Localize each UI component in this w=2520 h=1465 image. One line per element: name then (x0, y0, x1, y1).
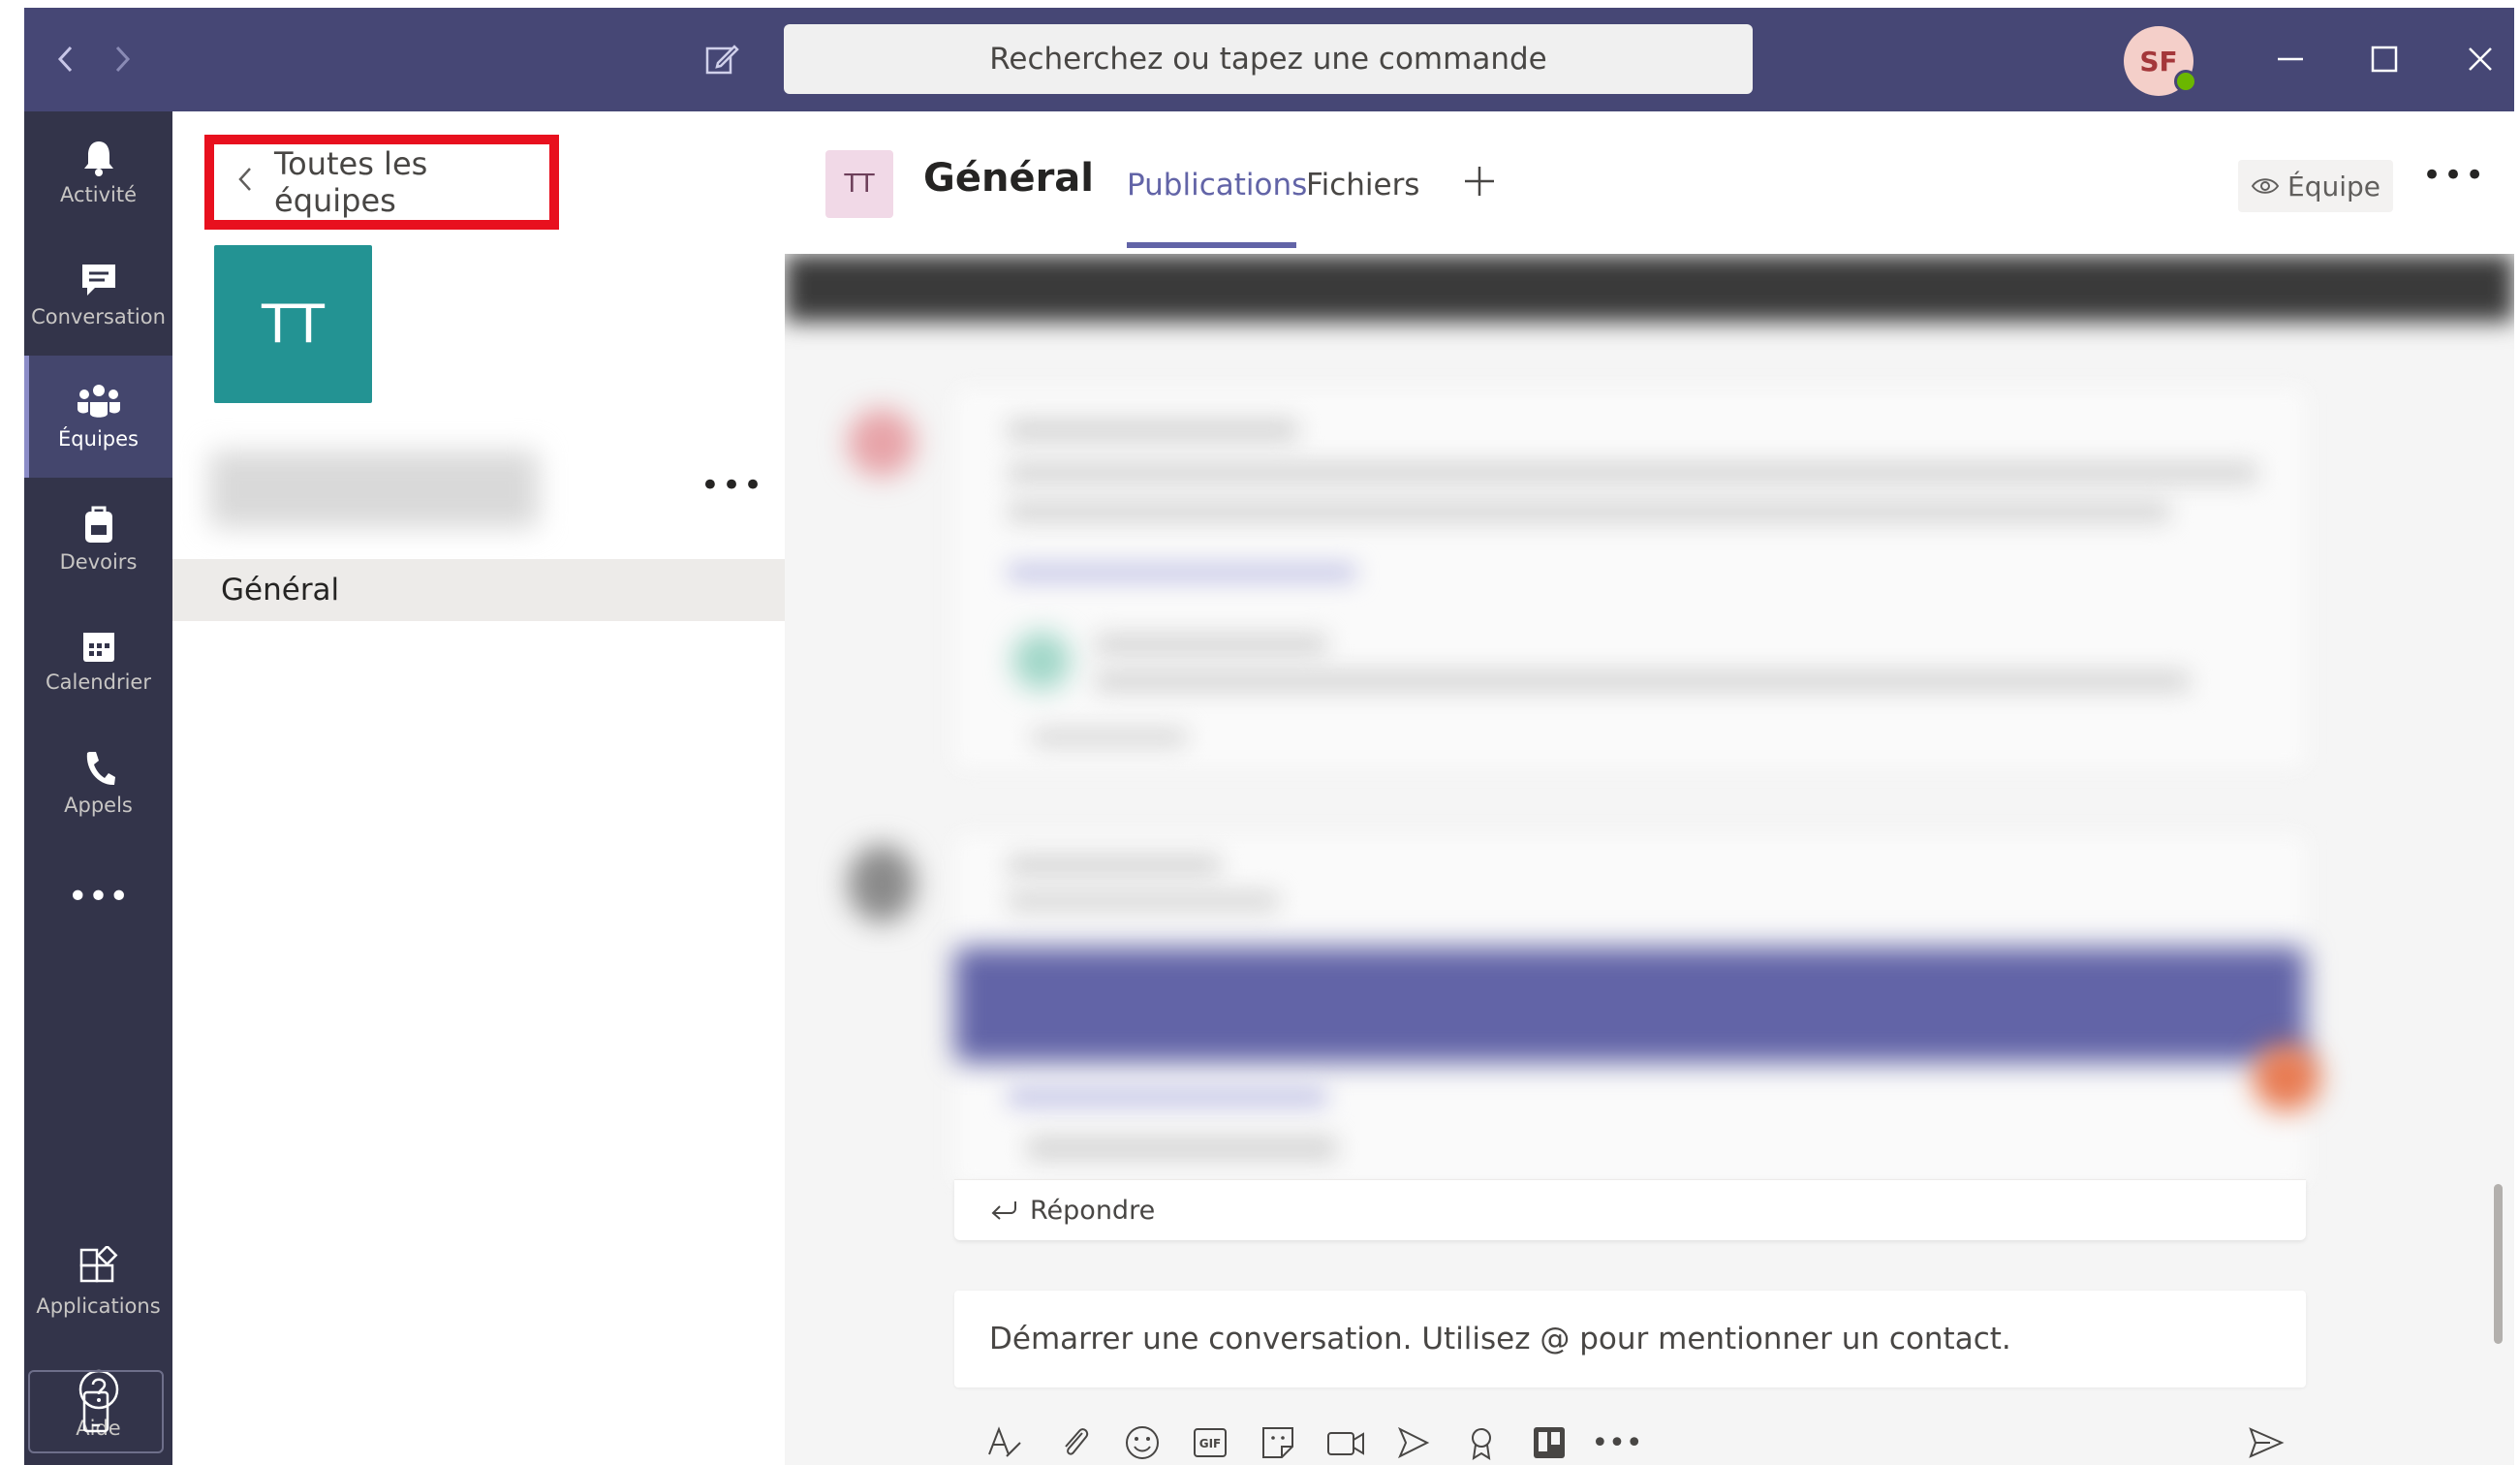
team-name-redacted (209, 451, 539, 528)
rail-label-assignments: Devoirs (59, 550, 138, 574)
rail-item-calls[interactable]: Appels (24, 722, 172, 844)
maximize-icon[interactable] (2362, 37, 2407, 81)
chevron-left-icon (237, 164, 253, 201)
rail-label-apps: Applications (36, 1294, 161, 1318)
forward-arrow-icon[interactable] (100, 37, 144, 81)
app-rail: Activité Conversation Équipes Devoirs Ca… (24, 111, 172, 1465)
backpack-icon (84, 506, 112, 543)
all-teams-label: Toutes les équipes (274, 145, 428, 219)
compose-toolbar: GIF ••• (954, 1412, 2306, 1465)
rail-label-calls: Appels (64, 794, 133, 817)
channel-title: Général (923, 156, 1094, 201)
channel-label: Général (221, 573, 340, 608)
eye-icon (2251, 178, 2280, 194)
mobile-device-icon (82, 1390, 109, 1433)
blurred-text (1095, 634, 1327, 655)
gif-icon[interactable]: GIF (1187, 1419, 1233, 1465)
praise-icon[interactable] (1458, 1419, 1505, 1465)
minimize-icon[interactable] (2268, 37, 2313, 81)
rail-item-calendar[interactable]: Calendrier (24, 600, 172, 722)
team-button-label: Équipe (2287, 170, 2380, 203)
presence-available-icon (2174, 70, 2197, 93)
search-input[interactable]: Recherchez ou tapez une commande (784, 24, 1753, 94)
rail-item-apps[interactable]: Applications (24, 1221, 172, 1343)
title-bar: Recherchez ou tapez une commande SF (24, 8, 2514, 111)
stream-icon[interactable] (1390, 1419, 1437, 1465)
channel-header: TT Général Publications Fichiers Équipe … (785, 111, 2514, 255)
compose-message-input[interactable]: Démarrer une conversation. Utilisez @ po… (954, 1291, 2306, 1387)
reply-label: Répondre (1030, 1195, 1156, 1226)
sticker-icon[interactable] (1255, 1419, 1301, 1465)
reply-button[interactable]: Répondre (954, 1179, 2306, 1240)
blurred-reaction (2253, 1044, 2320, 1111)
teams-panel: Toutes les équipes TT ••• Général (172, 111, 786, 1465)
blurred-link (1008, 1087, 1327, 1107)
blurred-text (1008, 462, 2257, 483)
blurred-link (1008, 564, 1356, 581)
blurred-text (1008, 419, 1298, 442)
blurred-text (1008, 501, 2170, 522)
channel-item-general[interactable]: Général (172, 559, 785, 621)
phone-icon (86, 752, 115, 786)
blurred-text (1095, 670, 2190, 692)
active-tab-indicator (1127, 242, 1296, 248)
rail-item-teams[interactable]: Équipes (24, 356, 172, 478)
emoji-icon[interactable] (1119, 1419, 1166, 1465)
apps-icon (79, 1246, 117, 1283)
blurred-avatar (848, 409, 916, 477)
scrollbar-thumb[interactable] (2494, 1184, 2503, 1344)
blurred-banner (785, 254, 2514, 322)
team-button[interactable]: Équipe (2238, 160, 2393, 212)
header-more-icon[interactable]: ••• (2422, 156, 2486, 195)
rail-label-activity: Activité (59, 183, 138, 206)
rail-item-conversation[interactable]: Conversation (24, 234, 172, 356)
bell-icon (83, 141, 113, 176)
more-icon: ••• (67, 876, 130, 917)
rail-item-assignments[interactable]: Devoirs (24, 478, 172, 600)
blurred-text (1027, 1136, 1337, 1161)
more-options-icon[interactable]: ••• (1591, 1419, 1642, 1465)
blurred-text (1008, 891, 1279, 911)
meet-now-icon[interactable] (1322, 1419, 1369, 1465)
blurred-avatar (1012, 632, 1071, 690)
rail-label-conversation: Conversation (31, 305, 166, 328)
tab-publications[interactable]: Publications (1127, 168, 1307, 203)
trello-icon[interactable] (1526, 1419, 1572, 1465)
svg-text:GIF: GIF (1199, 1437, 1222, 1450)
all-teams-back-link[interactable]: Toutes les équipes (204, 135, 559, 230)
download-mobile-button[interactable] (28, 1370, 164, 1453)
send-icon[interactable] (2243, 1419, 2289, 1465)
format-icon[interactable] (981, 1419, 1028, 1465)
rail-item-activity[interactable]: Activité (24, 111, 172, 234)
teams-icon (77, 385, 120, 418)
rail-more-button[interactable]: ••• (24, 848, 172, 945)
teams-window: Recherchez ou tapez une commande SF Acti… (24, 8, 2514, 1465)
compose-icon[interactable] (700, 37, 744, 81)
blurred-avatar (848, 845, 916, 922)
calendar-icon (82, 633, 114, 662)
compose-placeholder: Démarrer une conversation. Utilisez @ po… (989, 1322, 2011, 1356)
chat-icon (81, 265, 115, 296)
tab-files[interactable]: Fichiers (1306, 168, 1419, 203)
rail-label-calendar: Calendrier (46, 670, 151, 694)
back-arrow-icon[interactable] (44, 37, 88, 81)
rail-label-teams: Équipes (58, 427, 139, 451)
team-more-options-icon[interactable]: ••• (700, 456, 762, 514)
close-icon[interactable] (2458, 37, 2503, 81)
blurred-text (1032, 729, 1187, 746)
team-avatar: TT (214, 245, 372, 403)
blurred-card (954, 947, 2306, 1063)
conversation-area: Répondre Démarrer une conversation. Util… (785, 254, 2514, 1465)
add-tab-icon[interactable] (1463, 160, 1496, 207)
attach-icon[interactable] (1051, 1419, 1098, 1465)
blurred-text (1008, 855, 1221, 876)
reply-arrow-icon (989, 1194, 1018, 1228)
channel-avatar: TT (825, 150, 893, 218)
